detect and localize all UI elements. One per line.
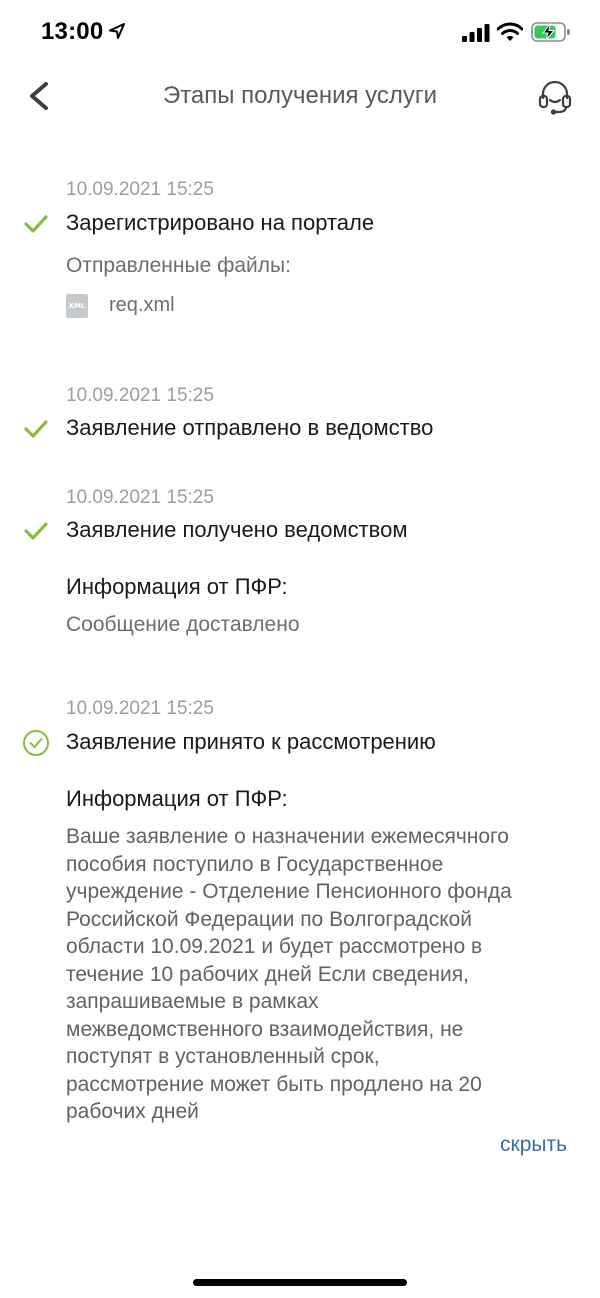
page-title: Этапы получения услуги (162, 82, 438, 109)
info-text: Сообщение доставлено (66, 613, 300, 636)
stage-date: 10.09.2021 15:25 (66, 179, 214, 200)
stage-title: Заявление получено ведомством (66, 517, 408, 542)
support-button[interactable] (536, 78, 574, 116)
circle-check-icon (23, 730, 49, 756)
wifi-icon (497, 22, 523, 41)
stage-title: Зарегистрировано на портале (66, 210, 375, 235)
info-text-line: Российской Федерации по Волгоградской (66, 907, 473, 931)
info-label: Информация от ПФР: (66, 574, 288, 599)
info-text: Ваше заявление о назначении ежемесячного… (66, 823, 586, 1126)
file-name: req.xml (109, 294, 175, 316)
info-text-line: области 10.09.2021 и будет рассмотрено в (66, 935, 483, 958)
battery-charging-icon (531, 22, 570, 42)
info-text-line: поступят в установленный срок, (66, 1045, 380, 1068)
check-icon (24, 522, 48, 540)
check-icon (24, 215, 48, 233)
info-text-line: запрашиваемые в рамках (66, 990, 319, 1013)
status-time: 13:00 (41, 18, 104, 45)
info-text-line: течение 10 рабочих дней Если сведения, (66, 962, 469, 986)
info-text-line: межведомственного взаимодействия, не (66, 1017, 464, 1041)
info-text-line: пособия поступило в Государственное (66, 852, 444, 876)
location-arrow-icon (109, 23, 125, 39)
status-bar: 13:00 (0, 0, 600, 64)
headset-icon (538, 80, 572, 115)
nav-bar: Этапы получения услуги (0, 64, 600, 130)
home-indicator[interactable] (193, 1279, 407, 1286)
xml-file-icon: XML (66, 294, 88, 318)
stage-title: Заявление отправлено в ведомство (66, 415, 434, 440)
stage-date: 10.09.2021 15:25 (66, 698, 214, 719)
check-icon (24, 420, 48, 438)
stage-date: 10.09.2021 15:25 (66, 385, 214, 406)
info-text-line: учреждение - Отделение Пенсионного фонда (66, 880, 512, 903)
info-text-line: рабочих дней (66, 1100, 199, 1123)
stage-title: Заявление принято к рассмотрению (66, 729, 436, 754)
stage-date: 10.09.2021 15:25 (66, 487, 214, 508)
files-label: Отправленные файлы: (66, 254, 291, 277)
info-label: Информация от ПФР: (66, 786, 288, 811)
cellular-signal-icon (462, 24, 490, 42)
info-text-line: рассмотрение может быть продлено на 20 (66, 1072, 482, 1096)
hide-link[interactable]: скрыть (500, 1133, 567, 1157)
info-text-line: Ваше заявление о назначении ежемесячного (66, 825, 509, 848)
